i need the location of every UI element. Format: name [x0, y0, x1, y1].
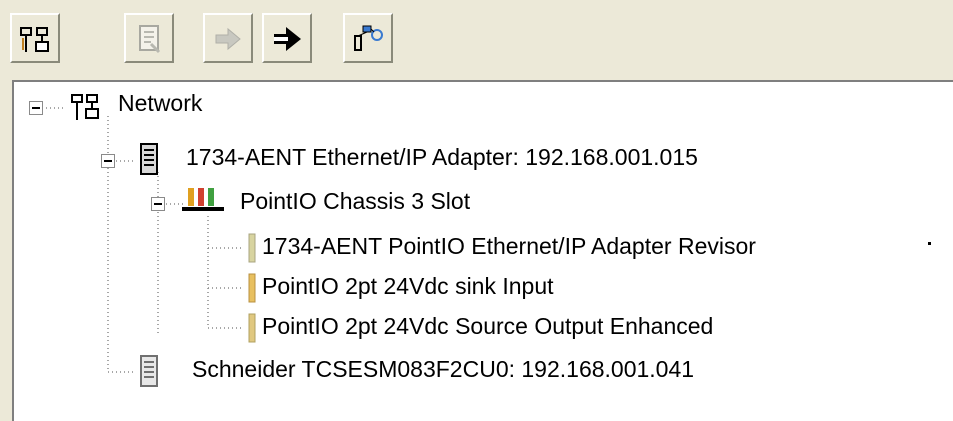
network-icon — [20, 27, 49, 52]
tree-item-label: 1734-AENT PointIO Ethernet/IP Adapter Re… — [262, 233, 756, 259]
module-icon — [248, 313, 256, 343]
expander-aent-adapter[interactable] — [101, 154, 115, 168]
tree-item-label: 1734-AENT Ethernet/IP Adapter: 192.168.0… — [186, 144, 698, 170]
module-icon — [248, 273, 256, 303]
browse-network-icon — [354, 25, 383, 51]
tree-item-label: PointIO 2pt 24Vdc sink Input — [262, 273, 554, 299]
expander-network[interactable] — [29, 101, 43, 115]
device-icon — [140, 355, 158, 387]
tree-item-label: PointIO Chassis 3 Slot — [240, 188, 471, 214]
arrow-right-icon — [215, 27, 241, 51]
network-tree[interactable]: Network 1734-AENT Ethernet/IP Adapter: 1… — [12, 80, 953, 421]
device-icon — [140, 143, 158, 175]
browse-button[interactable] — [343, 13, 393, 63]
network-icon — [71, 94, 99, 120]
module-icon — [248, 233, 256, 263]
properties-button[interactable] — [124, 13, 174, 63]
tree-item-module-output[interactable]: PointIO 2pt 24Vdc Source Output Enhanced — [262, 309, 713, 343]
tree-item-module-input[interactable]: PointIO 2pt 24Vdc sink Input — [262, 269, 554, 303]
forward-button[interactable] — [203, 13, 253, 63]
expander-chassis[interactable] — [151, 197, 165, 211]
tree-item-label: Network — [118, 90, 203, 116]
toolbar — [0, 0, 953, 80]
tree-item-label: Schneider TCSESM083F2CU0: 192.168.001.04… — [192, 356, 695, 382]
next-button[interactable] — [262, 13, 312, 63]
tree-item-module-adapter[interactable]: 1734-AENT PointIO Ethernet/IP Adapter Re… — [262, 229, 756, 263]
tree-item-chassis[interactable]: PointIO Chassis 3 Slot — [240, 184, 470, 218]
arrow-right-bold-icon — [274, 27, 301, 51]
network-view-button[interactable] — [10, 13, 60, 63]
tree-item-schneider[interactable]: Schneider TCSESM083F2CU0: 192.168.001.04… — [192, 352, 694, 386]
tree-item-aent-adapter[interactable]: 1734-AENT Ethernet/IP Adapter: 192.168.0… — [186, 140, 698, 174]
document-icon — [139, 25, 161, 54]
overflow-dot — [928, 242, 931, 245]
chassis-icon — [182, 188, 224, 211]
tree-item-label: PointIO 2pt 24Vdc Source Output Enhanced — [262, 313, 714, 339]
tree-item-network[interactable]: Network — [118, 86, 202, 120]
